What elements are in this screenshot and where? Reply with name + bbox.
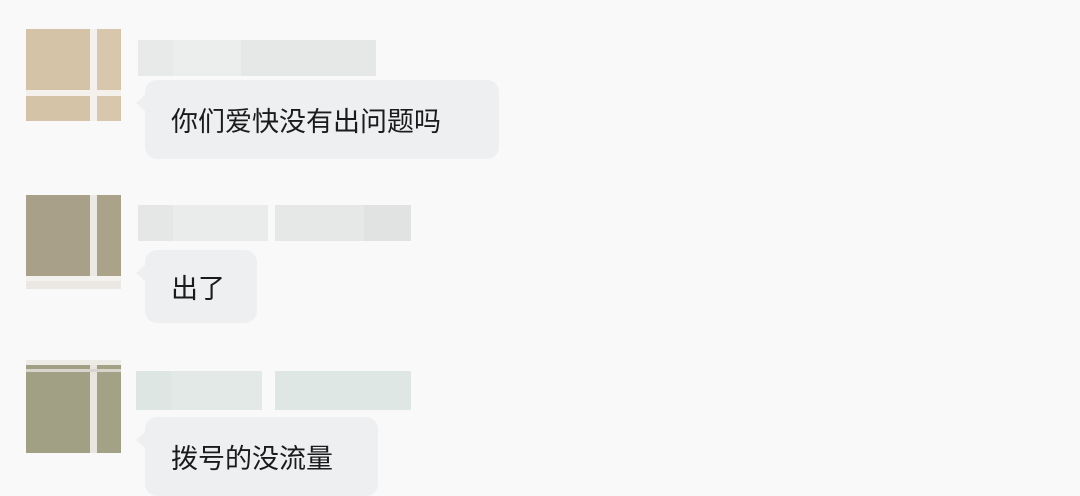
message-bubble[interactable]: 出了 <box>136 250 257 323</box>
message-bubble[interactable]: 拨号的没流量 <box>136 417 378 496</box>
message-text: 拨号的没流量 <box>171 444 333 475</box>
chat-message-list: 你们爱快没有出问题吗 出了 拨号的没流量 <box>0 0 1080 496</box>
message-text: 出了 <box>171 274 225 305</box>
avatar[interactable] <box>26 195 121 289</box>
avatar[interactable] <box>26 360 121 453</box>
avatar[interactable] <box>26 29 121 121</box>
message-bubble[interactable]: 你们爱快没有出问题吗 <box>136 80 499 159</box>
message-text: 你们爱快没有出问题吗 <box>171 107 441 138</box>
